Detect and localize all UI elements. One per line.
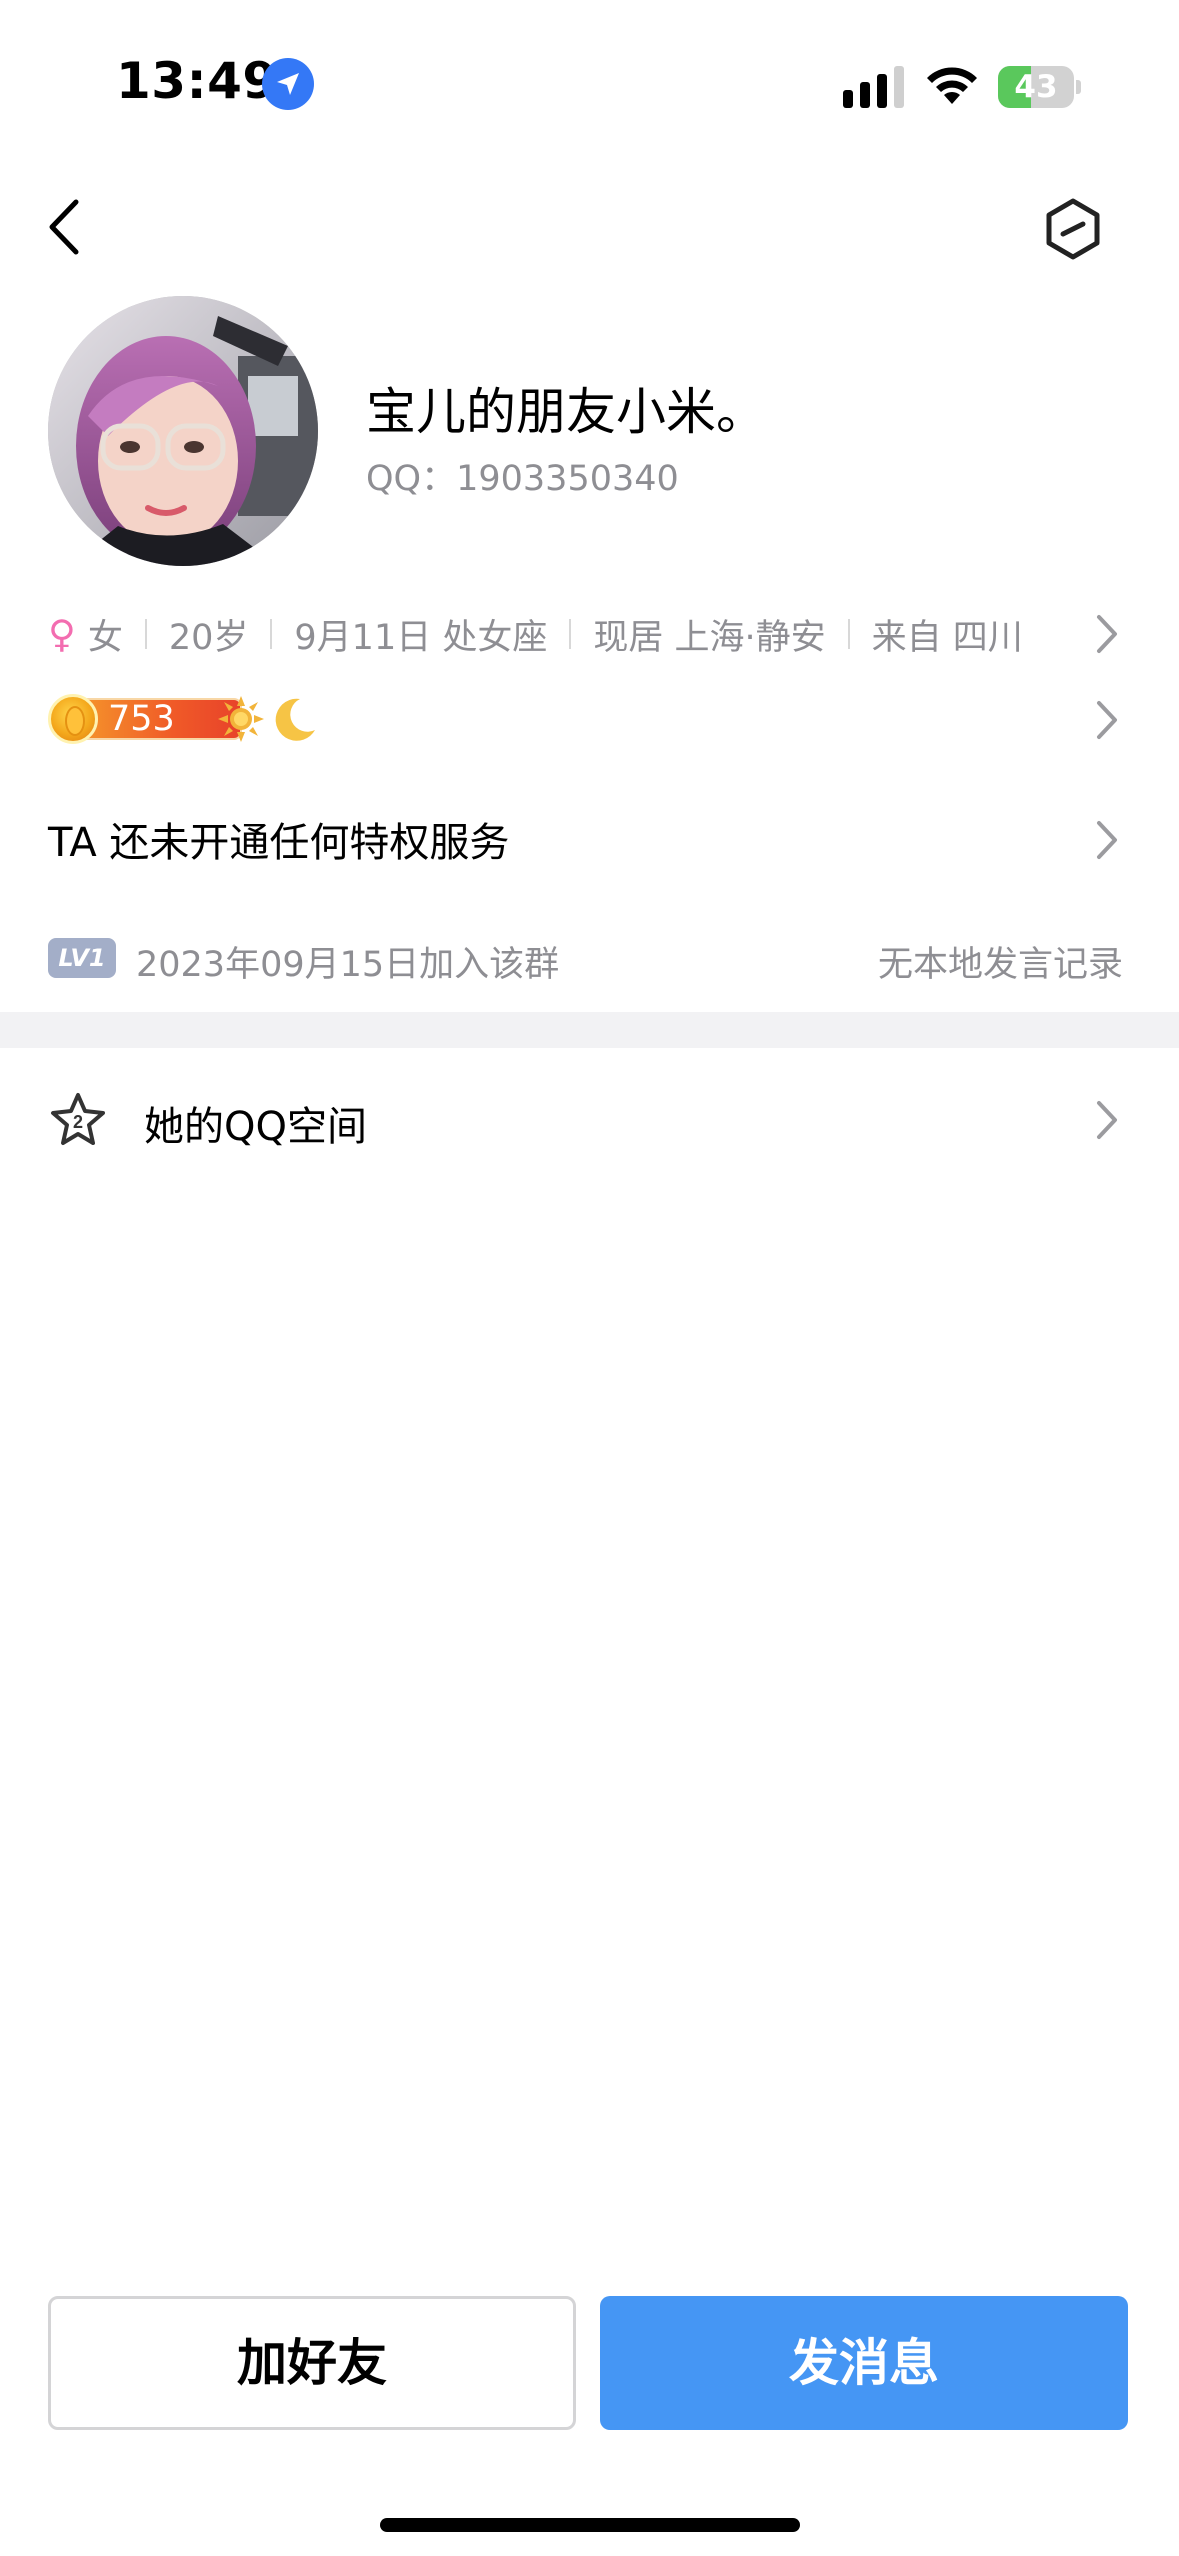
add-friend-button[interactable]: 加好友: [48, 2296, 576, 2430]
back-button[interactable]: [38, 192, 94, 262]
profile-info-row[interactable]: ♀ 女 20岁 9月11日 处女座 现居 上海·静安 来自 四川: [48, 604, 1128, 664]
star-2-icon: 2: [51, 1093, 105, 1145]
section-divider: [0, 1012, 1179, 1048]
group-join-date: 2023年09月15日加入该群: [136, 945, 560, 985]
privilege-status[interactable]: TA 还未开通任何特权服务: [48, 810, 509, 868]
birthday-label: 9月11日 处女座: [294, 617, 548, 658]
send-message-button[interactable]: 发消息: [600, 2296, 1128, 2430]
location-arrow-icon: [262, 58, 314, 110]
group-level-badge: LV1: [48, 938, 116, 978]
hometown-label: 来自 四川: [871, 617, 1023, 658]
battery-charging-icon: 43: [998, 66, 1081, 108]
moon-badge-icon: [275, 698, 315, 741]
message-record-status: 无本地发言记录: [877, 945, 1123, 985]
wifi-icon: [927, 67, 977, 104]
coin-icon: [48, 694, 98, 744]
home-indicator[interactable]: [380, 2518, 800, 2532]
svg-text:2: 2: [73, 1112, 83, 1132]
qzone-label: 她的QQ空间: [144, 1104, 367, 1150]
qq-level-value: 753: [108, 699, 175, 739]
chevron-right-icon[interactable]: [1094, 1098, 1120, 1142]
battery-level: 43: [1014, 69, 1058, 105]
avatar[interactable]: [48, 296, 318, 566]
sun-badge-icon: [218, 696, 264, 742]
qq-number: QQ：1903350340: [366, 459, 679, 499]
status-bar: 13:49 43: [0, 0, 1179, 175]
qzone-entry[interactable]: 2 她的QQ空间: [0, 1048, 1179, 1190]
residence-label: 现居 上海·静安: [593, 617, 826, 658]
gender-label: 女: [87, 617, 123, 658]
qq-level-badge[interactable]: 753: [48, 694, 242, 744]
status-time: 13:49: [116, 52, 278, 110]
cellular-signal-icon: [843, 66, 904, 108]
chevron-right-icon[interactable]: [1094, 612, 1120, 656]
chevron-right-icon[interactable]: [1094, 698, 1120, 742]
female-icon: ♀: [48, 612, 76, 656]
nickname: 宝儿的朋友小米。: [366, 383, 766, 441]
settings-icon[interactable]: [1040, 196, 1106, 262]
age-label: 20岁: [168, 617, 249, 658]
chevron-right-icon[interactable]: [1094, 818, 1120, 862]
